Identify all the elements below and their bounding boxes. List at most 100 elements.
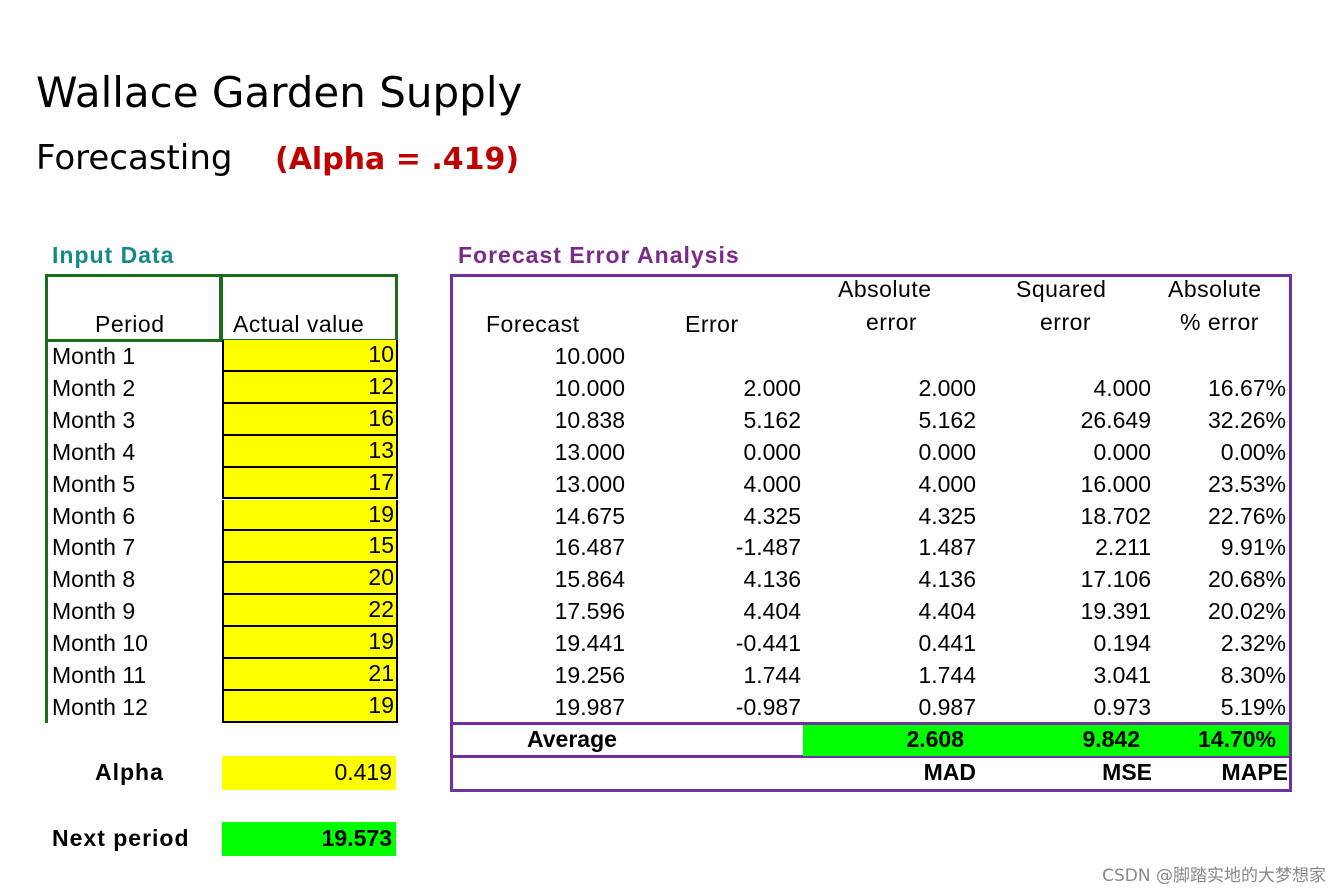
mse-value: 9.842 — [1082, 726, 1140, 752]
forecast-cell: 19.987 — [554, 693, 625, 720]
period-cell: Month 7 — [52, 534, 136, 561]
period-cell: Month 2 — [52, 374, 136, 401]
period-cell: Month 9 — [52, 598, 136, 625]
absolute-pct-error-cell: 8.30% — [1220, 662, 1286, 688]
alpha-input[interactable]: 0.419 — [222, 756, 396, 790]
forecast-column-header: Forecast — [486, 311, 580, 337]
squared-error-cell: 0.000 — [1093, 438, 1151, 465]
forecast-cell: 10.838 — [554, 406, 625, 433]
mape-value: 14.70% — [1197, 726, 1276, 752]
squared-error-cell: 2.211 — [1095, 534, 1151, 561]
absolute-error-cell — [840, 340, 976, 372]
mape-label: MAPE — [1221, 759, 1288, 785]
error-cell: -0.987 — [735, 693, 801, 720]
squared-error-cell: 26.649 — [1080, 406, 1151, 433]
squared-error-cell: 17.106 — [1080, 566, 1151, 593]
absolute-pct-error-header-line2: % error — [1180, 309, 1259, 335]
absolute-error-cell: 2.000 — [918, 374, 976, 401]
forecast-cell: 14.675 — [554, 502, 625, 529]
error-cell — [660, 340, 801, 372]
mse-label: MSE — [1102, 759, 1152, 785]
absolute-pct-error-cell — [1160, 340, 1286, 372]
actual-value-cell[interactable]: 15 — [222, 531, 398, 564]
actual-value-cell[interactable]: 12 — [222, 371, 398, 404]
absolute-pct-error-cell: 0.00% — [1220, 438, 1286, 465]
actual-value-cell[interactable]: 22 — [222, 595, 398, 628]
next-period-value: 19.573 — [222, 822, 396, 856]
error-cell: -1.487 — [735, 534, 801, 561]
period-cell: Month 5 — [52, 470, 136, 497]
actual-value-cell[interactable]: 17 — [222, 467, 398, 500]
alpha-note: (Alpha = .419) — [275, 142, 520, 177]
absolute-pct-error-cell: 2.32% — [1220, 630, 1286, 657]
absolute-pct-error-header-line1: Absolute — [1168, 276, 1262, 302]
absolute-pct-error-cell: 22.76% — [1207, 502, 1286, 529]
absolute-pct-error-cell: 20.68% — [1207, 566, 1286, 593]
actual-value-cell[interactable]: 13 — [222, 435, 398, 468]
squared-error-header-line2: error — [1040, 309, 1092, 335]
forecast-cell: 10.000 — [554, 343, 625, 369]
absolute-pct-error-cell: 5.19% — [1220, 693, 1286, 720]
average-label: Average — [527, 726, 617, 752]
absolute-error-cell: 0.000 — [918, 438, 976, 465]
absolute-error-cell: 1.487 — [918, 534, 976, 561]
page-title: Wallace Garden Supply — [36, 68, 523, 117]
absolute-error-header-line2: error — [866, 309, 918, 335]
period-cell: Month 8 — [52, 566, 136, 593]
absolute-pct-error-cell: 23.53% — [1207, 470, 1286, 497]
actual-value-cell[interactable]: 19 — [222, 627, 398, 659]
absolute-pct-error-cell: 32.26% — [1207, 406, 1286, 433]
period-column-border — [45, 340, 48, 723]
period-cell: Month 12 — [52, 693, 148, 720]
period-cell: Month 1 — [52, 343, 136, 369]
period-cell: Month 4 — [52, 438, 136, 465]
absolute-error-cell: 1.744 — [918, 662, 976, 688]
actual-value-cell[interactable]: 20 — [222, 563, 398, 596]
absolute-error-cell: 4.404 — [918, 598, 976, 625]
squared-error-cell: 18.702 — [1080, 502, 1151, 529]
squared-error-cell: 4.000 — [1093, 374, 1151, 401]
error-column-header: Error — [685, 311, 739, 337]
absolute-error-cell: 4.325 — [918, 502, 976, 529]
squared-error-cell: 0.194 — [1093, 630, 1151, 657]
forecast-cell: 19.441 — [554, 630, 625, 657]
error-cell: 1.744 — [743, 662, 801, 688]
squared-error-cell — [1010, 340, 1151, 372]
alpha-label: Alpha — [95, 759, 164, 785]
absolute-pct-error-cell: 9.91% — [1220, 534, 1286, 561]
forecast-cell: 15.864 — [554, 566, 625, 593]
page-subtitle: Forecasting — [36, 138, 233, 178]
absolute-error-cell: 4.136 — [918, 566, 976, 593]
mad-label: MAD — [923, 759, 976, 785]
period-column-header: Period — [95, 311, 165, 337]
period-cell: Month 6 — [52, 502, 136, 529]
squared-error-cell: 3.041 — [1093, 662, 1151, 688]
squared-error-header-line1: Squared — [1016, 276, 1107, 302]
actual-value-cell[interactable]: 19 — [222, 499, 398, 532]
forecast-cell: 13.000 — [554, 470, 625, 497]
squared-error-cell: 16.000 — [1080, 470, 1151, 497]
absolute-error-cell: 0.441 — [918, 630, 976, 657]
next-period-label: Next period — [52, 825, 190, 851]
absolute-pct-error-cell: 16.67% — [1207, 374, 1286, 401]
squared-error-cell: 0.973 — [1093, 693, 1151, 720]
absolute-pct-error-cell: 20.02% — [1207, 598, 1286, 625]
actual-value-cell[interactable]: 21 — [222, 659, 398, 691]
forecast-error-analysis-heading: Forecast Error Analysis — [458, 242, 740, 268]
absolute-error-cell: 0.987 — [918, 693, 976, 720]
squared-error-cell: 19.391 — [1080, 598, 1151, 625]
actual-value-cell[interactable]: 19 — [222, 690, 398, 723]
error-cell: 5.162 — [743, 406, 801, 433]
forecast-cell: 17.596 — [554, 598, 625, 625]
actual-value-cell[interactable]: 16 — [222, 403, 398, 436]
error-cell: 2.000 — [743, 374, 801, 401]
error-cell: 4.000 — [743, 470, 801, 497]
error-cell: 4.325 — [743, 502, 801, 529]
period-cell: Month 3 — [52, 406, 136, 433]
error-cell: 0.000 — [743, 438, 801, 465]
absolute-error-cell: 4.000 — [918, 470, 976, 497]
watermark: CSDN @脚踏实地的大梦想家 — [1102, 866, 1326, 886]
input-data-heading: Input Data — [52, 242, 175, 268]
actual-value-cell[interactable]: 10 — [222, 340, 398, 372]
mad-value: 2.608 — [906, 726, 964, 752]
